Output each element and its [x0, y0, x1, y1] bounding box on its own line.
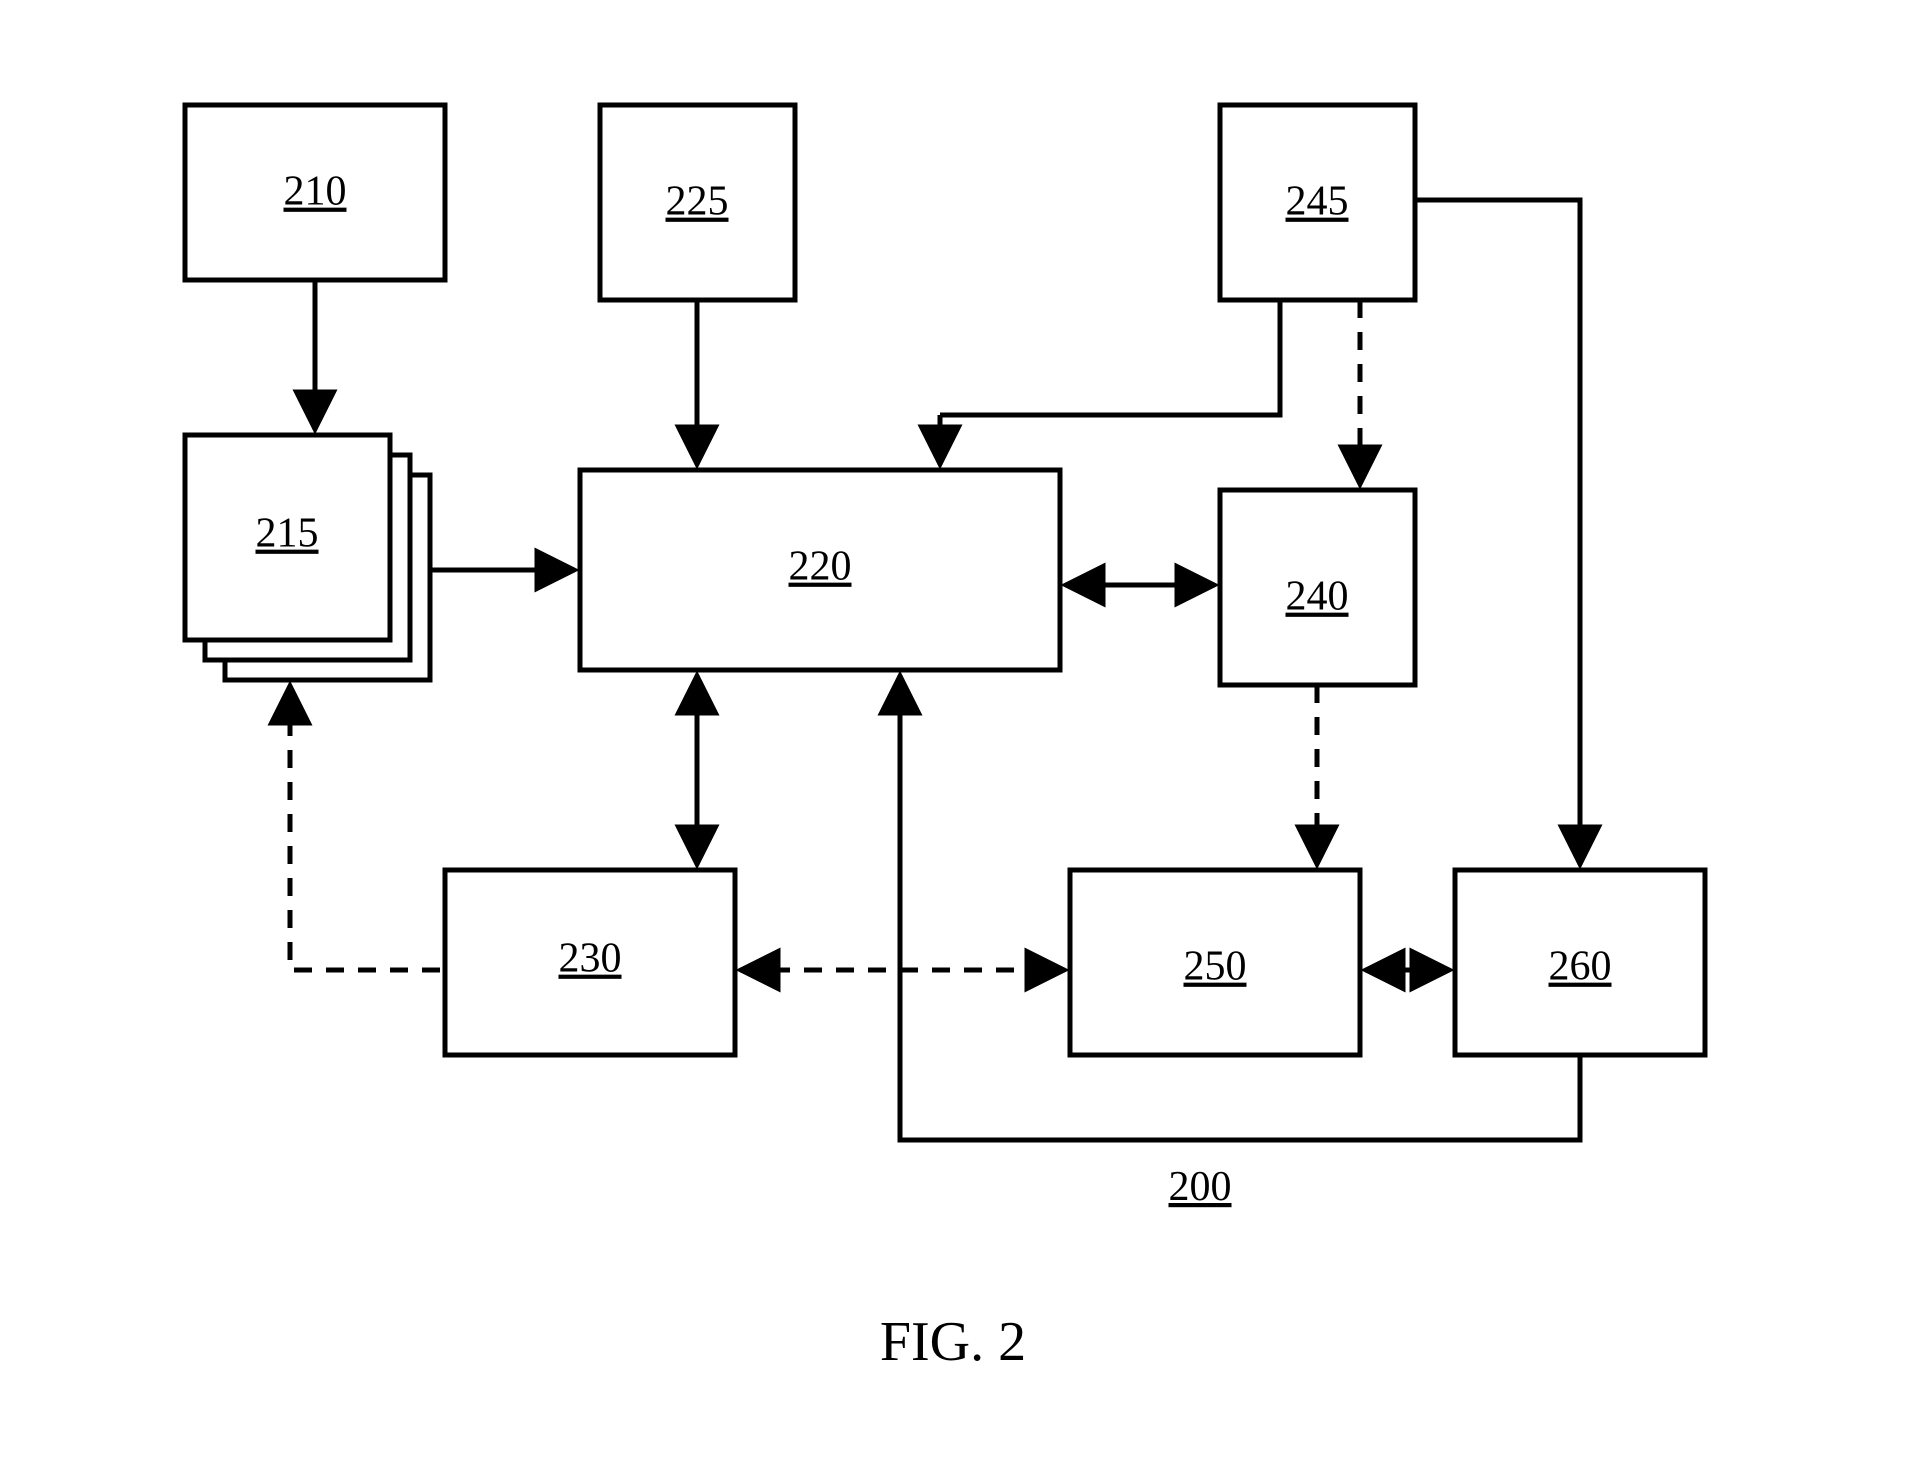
edge-230-215-dashed [290, 685, 440, 970]
block-250-label: 250 [1184, 944, 1247, 990]
block-210-label: 210 [284, 169, 347, 215]
edge-245-220 [940, 300, 1280, 415]
block-260-label: 260 [1549, 944, 1612, 990]
figure-ref-label: 200 [1169, 1164, 1232, 1210]
block-230-label: 230 [559, 936, 622, 982]
edge-245-260 [1415, 200, 1580, 865]
block-220-label: 220 [789, 544, 852, 590]
figure-caption: FIG. 2 [880, 1311, 1026, 1373]
block-240-label: 240 [1286, 574, 1349, 620]
block-215-label: 215 [256, 511, 319, 557]
block-245-label: 245 [1286, 179, 1349, 225]
block-225-label: 225 [666, 179, 729, 225]
